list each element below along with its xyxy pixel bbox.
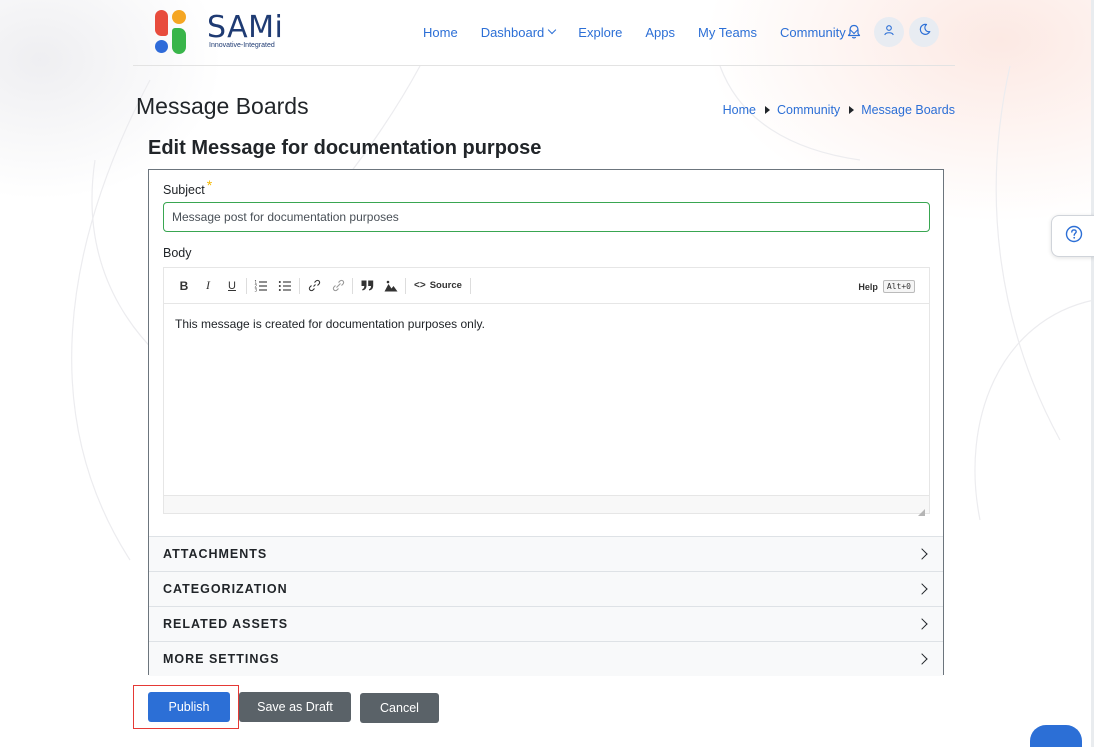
nav-my-teams[interactable]: My Teams (698, 25, 757, 40)
logo-shape-orange (172, 10, 186, 24)
caret-right-icon (849, 106, 855, 114)
nav-dashboard-label: Dashboard (480, 24, 545, 40)
section-attachments[interactable]: ATTACHMENTS (149, 536, 943, 571)
nav-explore[interactable]: Explore (578, 25, 622, 40)
section-categorization[interactable]: CATEGORIZATION (149, 571, 943, 606)
editor-toolbar: B I U 123 <> Source Help Alt+0 (164, 268, 929, 304)
main-nav: Home Dashboard Explore Apps My Teams Com… (423, 0, 880, 64)
help-label: Help (858, 281, 878, 292)
toolbar-divider (405, 277, 406, 294)
nav-dashboard[interactable]: Dashboard (480, 24, 557, 40)
nav-home[interactable]: Home (423, 25, 458, 40)
insert-image-button[interactable] (379, 274, 403, 298)
subject-label-text: Subject (163, 183, 205, 197)
blockquote-button[interactable] (355, 274, 379, 298)
section-label: ATTACHMENTS (163, 547, 268, 561)
code-icon: <> (414, 280, 426, 291)
form-title: Edit Message for documentation purpose (148, 137, 542, 159)
logo-tagline: Innovative-Integrated (209, 42, 275, 49)
numbered-list-button[interactable]: 123 (249, 274, 273, 298)
nav-apps[interactable]: Apps (645, 25, 675, 40)
required-star-icon: * (206, 177, 213, 193)
logo-shape-blue (155, 40, 168, 53)
numbered-list-icon: 123 (255, 280, 267, 292)
svg-text:3: 3 (255, 287, 258, 292)
source-button[interactable]: <> Source (408, 274, 468, 298)
logo-shape-green (172, 28, 186, 54)
section-label: CATEGORIZATION (163, 582, 288, 596)
nav-community-label: Community (780, 24, 846, 40)
bell-icon[interactable] (847, 24, 861, 40)
toolbar-divider (352, 277, 353, 294)
chevron-down-icon (548, 25, 557, 35)
cancel-button[interactable]: Cancel (360, 693, 439, 723)
subject-input[interactable] (163, 202, 930, 232)
chevron-right-icon (916, 618, 928, 630)
toolbar-divider (246, 277, 247, 294)
link-button[interactable] (302, 274, 326, 298)
quote-icon (361, 280, 373, 291)
source-label: Source (429, 280, 462, 291)
breadcrumb-community[interactable]: Community (777, 103, 840, 117)
bold-button[interactable]: B (172, 274, 196, 298)
link-icon (308, 279, 320, 292)
top-header: SAMi Innovative-Integrated Home Dashboar… (133, 0, 955, 66)
toolbar-divider (469, 277, 471, 294)
editor-footer (164, 495, 929, 516)
subject-label: Subject * (163, 177, 212, 197)
nav-explore-label: Explore (578, 24, 623, 40)
user-menu-button[interactable] (874, 17, 904, 47)
bulleted-list-button[interactable] (273, 274, 297, 298)
help-widget-button[interactable] (1051, 215, 1094, 257)
breadcrumb: Home Community Message Boards (723, 103, 955, 117)
bulleted-list-icon (278, 280, 291, 291)
body-label: Body (163, 246, 192, 260)
resize-handle-icon[interactable] (918, 503, 925, 516)
caret-right-icon (764, 106, 770, 114)
nav-my-teams-label: My Teams (698, 24, 758, 40)
nav-community[interactable]: Community (780, 24, 859, 40)
nav-home-label: Home (423, 24, 458, 40)
theme-toggle-button[interactable] (909, 17, 939, 47)
editor-content[interactable]: This message is created for documentatio… (164, 305, 929, 493)
nav-apps-label: Apps (645, 24, 676, 40)
unlink-button[interactable] (326, 274, 350, 298)
unlink-icon (332, 279, 344, 292)
save-draft-button[interactable]: Save as Draft (239, 692, 351, 722)
underline-button[interactable]: U (220, 274, 244, 298)
breadcrumb-message-boards[interactable]: Message Boards (861, 103, 955, 117)
logo-shape-red (155, 10, 168, 36)
form-sections: ATTACHMENTS CATEGORIZATION RELATED ASSET… (149, 536, 943, 676)
sami-logo[interactable]: SAMi Innovative-Integrated (153, 8, 283, 58)
rich-text-editor: B I U 123 <> Source Help Alt+0 This mess… (163, 267, 930, 516)
image-icon (384, 280, 398, 291)
help-shortcut: Alt+0 (882, 280, 915, 293)
breadcrumb-home[interactable]: Home (723, 103, 756, 117)
logo-wordmark: SAMi (207, 10, 284, 45)
section-label: RELATED ASSETS (163, 617, 289, 631)
chevron-right-icon (916, 583, 928, 595)
section-label: MORE SETTINGS (163, 652, 280, 666)
user-icon (883, 23, 895, 41)
publish-button[interactable]: Publish (148, 692, 230, 722)
body-paragraph: This message is created for documentatio… (175, 317, 485, 331)
chat-widget-button[interactable] (1030, 725, 1082, 747)
toolbar-divider (299, 277, 300, 294)
moon-icon (918, 23, 931, 41)
page-title: Message Boards (136, 93, 309, 119)
section-related-assets[interactable]: RELATED ASSETS (149, 606, 943, 641)
section-more-settings[interactable]: MORE SETTINGS (149, 641, 943, 676)
italic-button[interactable]: I (196, 274, 220, 298)
editor-help-button[interactable]: Help Alt+0 (858, 280, 915, 293)
question-circle-icon (1065, 225, 1083, 248)
chevron-right-icon (916, 548, 928, 560)
message-form: Subject* Body B I U 123 (148, 169, 944, 676)
chevron-right-icon (916, 653, 928, 665)
